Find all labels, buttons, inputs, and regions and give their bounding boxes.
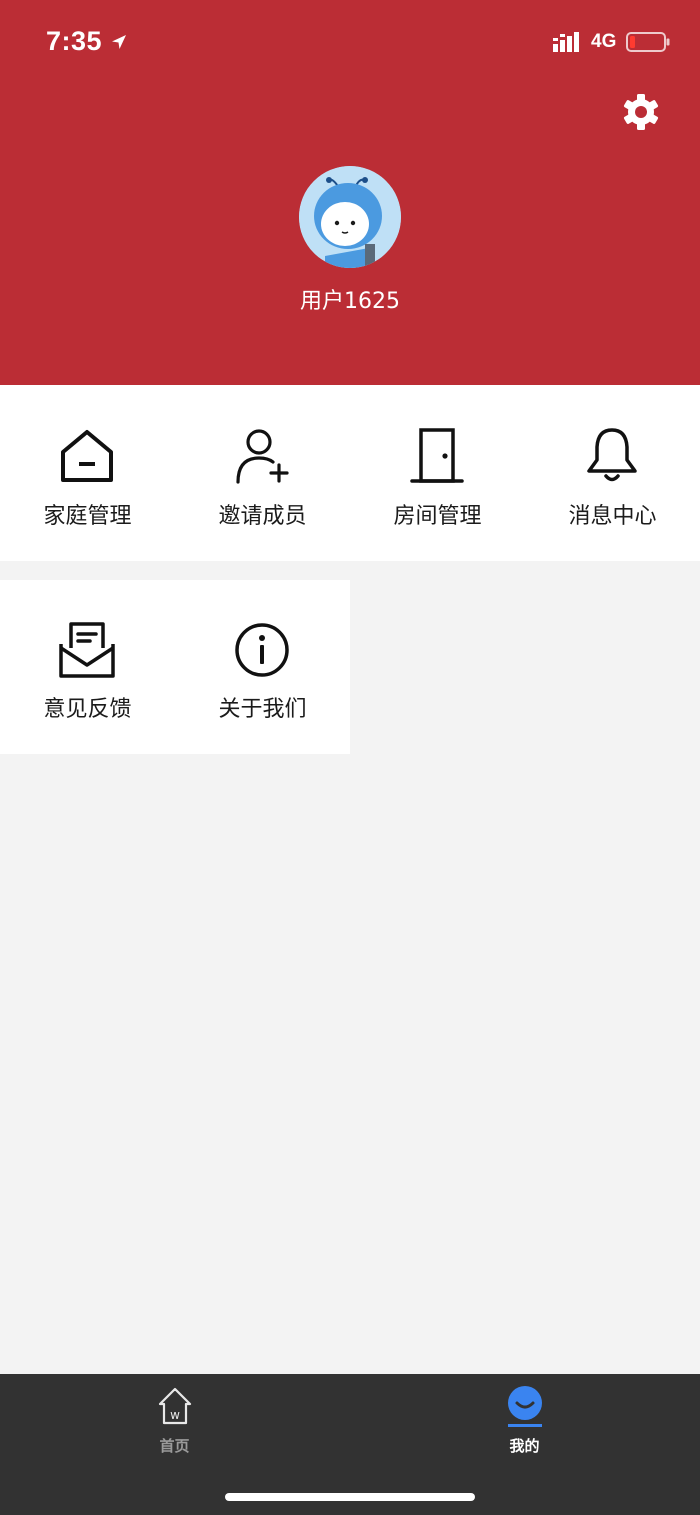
menu-item-label: 意见反馈	[43, 697, 132, 722]
menu-item-room-management[interactable]: 房间管理	[350, 385, 525, 555]
settings-gear-icon[interactable]	[620, 91, 662, 133]
mail-icon	[59, 622, 115, 678]
battery-icon	[626, 32, 670, 52]
smile-tab-icon	[508, 1386, 542, 1427]
menu-item-label: 消息中心	[568, 504, 657, 529]
avatar[interactable]	[299, 166, 401, 268]
info-icon	[235, 623, 289, 677]
menu-item-label: 家庭管理	[43, 504, 132, 529]
menu-item-feedback[interactable]: 意见反馈	[0, 580, 175, 750]
tab-label: 首页	[159, 1437, 190, 1455]
add-user-icon	[236, 429, 289, 484]
menu-item-message-center[interactable]: 消息中心	[525, 385, 700, 555]
bell-icon	[587, 428, 637, 482]
profile-header: 7:35 4G 用户1625	[0, 0, 700, 385]
menu-item-label: 关于我们	[218, 697, 307, 722]
ant-avatar-icon	[299, 166, 401, 268]
tab-home[interactable]: w 首页	[87, 1374, 262, 1464]
bottom-tab-bar: w 首页 我的	[0, 1374, 700, 1515]
menu-item-family-management[interactable]: 家庭管理	[0, 385, 175, 555]
tab-mine[interactable]: 我的	[437, 1374, 612, 1464]
network-label: 4G	[591, 31, 617, 52]
menu-item-label: 房间管理	[393, 504, 482, 529]
menu-item-invite-members[interactable]: 邀请成员	[175, 385, 350, 555]
menu-item-label: 邀请成员	[218, 504, 307, 529]
home-tab-icon: w	[158, 1387, 192, 1425]
menu-panel-primary: 家庭管理 邀请成员 房间管理 消息中心	[0, 385, 700, 561]
home-icon	[61, 430, 113, 482]
username: 用户1625	[300, 289, 400, 314]
status-time: 7:35	[46, 26, 103, 56]
signal-icon	[553, 32, 579, 52]
tab-label: 我的	[509, 1437, 540, 1455]
door-icon	[410, 428, 464, 483]
menu-panel-secondary: 意见反馈 关于我们	[0, 580, 350, 754]
menu-item-about-us[interactable]: 关于我们	[175, 580, 350, 750]
location-arrow-icon	[112, 35, 126, 49]
svg-text:w: w	[170, 1408, 180, 1422]
home-indicator	[225, 1493, 475, 1501]
